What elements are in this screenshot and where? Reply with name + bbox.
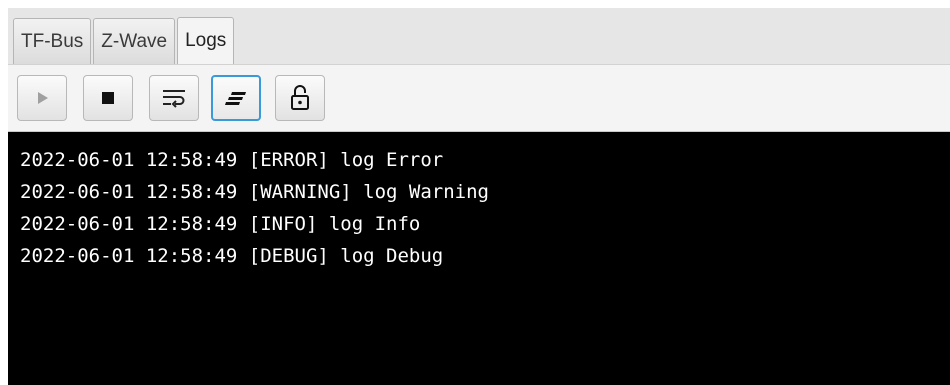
tab-z-wave[interactable]: Z-Wave <box>93 18 176 64</box>
tab-label: Z-Wave <box>101 30 168 52</box>
log-toolbar <box>8 64 950 132</box>
log-line-info: 2022-06-01 12:58:49 [INFO] log Info <box>20 213 421 235</box>
wrap-lines-icon <box>163 90 185 108</box>
log-line-warning: 2022-06-01 12:58:49 [WARNING] log Warnin… <box>20 181 489 203</box>
unlocked-padlock-icon <box>291 85 309 110</box>
log-line-debug: 2022-06-01 12:58:49 [DEBUG] log Debug <box>20 245 444 267</box>
tab-label: Logs <box>185 30 227 51</box>
tab-tf-bus[interactable]: TF-Bus <box>13 18 92 64</box>
wrap-lines-button[interactable] <box>149 75 199 121</box>
stop-button[interactable] <box>83 75 133 121</box>
tab-bar: TF-Bus Z-Wave Logs <box>0 0 950 64</box>
tab-row: TF-Bus Z-Wave Logs <box>13 17 235 64</box>
log-viewer-window: TF-Bus Z-Wave Logs 2022-06-01 12:58:49 [… <box>0 0 950 385</box>
play-button[interactable] <box>17 75 67 121</box>
play-icon <box>38 92 48 104</box>
scroll-lock-button[interactable] <box>275 75 325 121</box>
log-line-error: 2022-06-01 12:58:49 [ERROR] log Error <box>20 149 444 171</box>
tab-label: TF-Bus <box>21 30 84 52</box>
tab-logs[interactable]: Logs <box>177 17 235 64</box>
log-console[interactable]: 2022-06-01 12:58:49 [ERROR] log Error 20… <box>8 132 950 385</box>
stop-icon <box>102 92 114 104</box>
align-text-button[interactable] <box>211 75 261 121</box>
align-text-icon <box>225 92 246 105</box>
